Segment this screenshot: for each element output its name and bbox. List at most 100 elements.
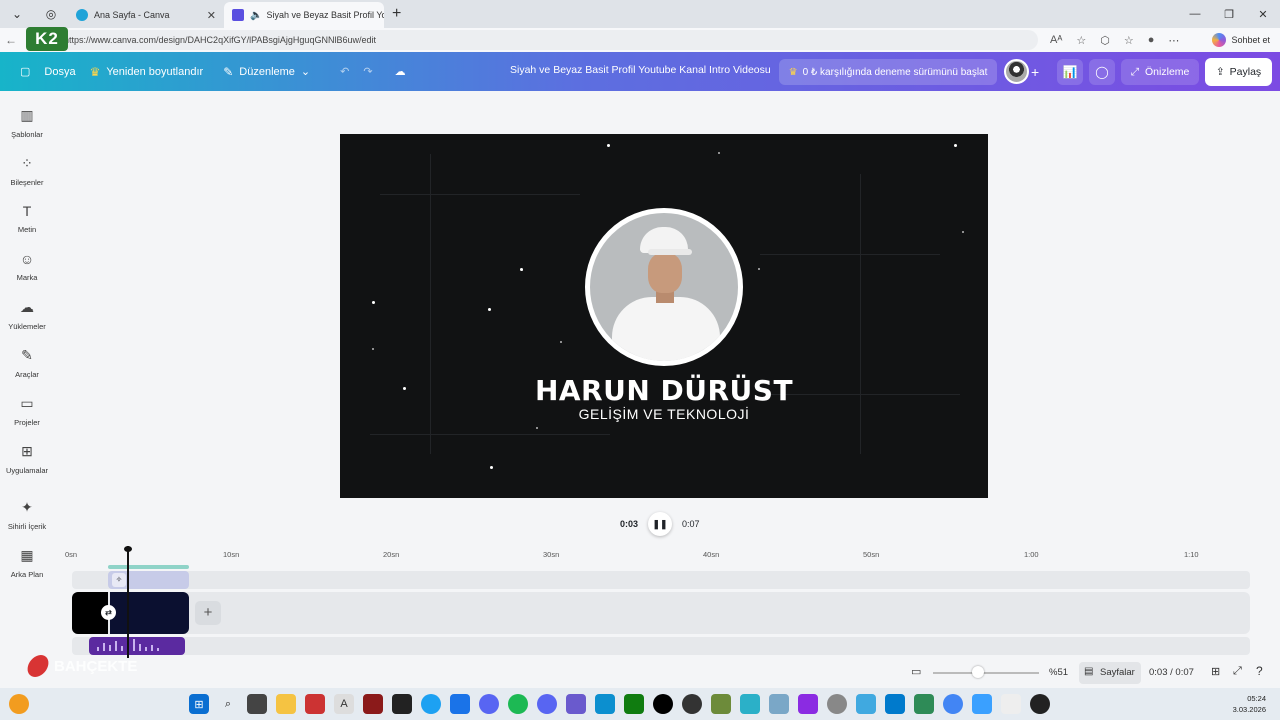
zoom-level[interactable]: %51 bbox=[1049, 667, 1068, 678]
start-icon[interactable]: ⊞ bbox=[189, 694, 209, 714]
app-icon[interactable] bbox=[856, 694, 876, 714]
profile-icon[interactable]: ● bbox=[1148, 34, 1155, 47]
read-aloud-icon[interactable]: Aᴬ bbox=[1050, 34, 1062, 47]
collections-icon[interactable]: ☆ bbox=[1124, 34, 1134, 47]
app-icon[interactable] bbox=[566, 694, 586, 714]
design-canvas[interactable]: HARUN DÜRÜST GELİŞİM VE TEKNOLOJİ bbox=[340, 134, 988, 498]
notes-icon[interactable]: ▭ bbox=[911, 665, 921, 678]
app-icon[interactable] bbox=[450, 694, 470, 714]
add-page-button[interactable]: + bbox=[195, 601, 221, 625]
cloud-saved-icon[interactable]: ☁ bbox=[395, 65, 406, 78]
app-icon[interactable] bbox=[305, 694, 325, 714]
search-icon[interactable]: ⌕ bbox=[218, 694, 238, 714]
app-icon[interactable] bbox=[798, 694, 818, 714]
element-clip[interactable]: ✧ bbox=[108, 565, 189, 589]
zoom-slider[interactable] bbox=[933, 672, 1039, 674]
sidebar-toggle-icon[interactable]: ▢ bbox=[20, 65, 30, 78]
video-track bbox=[72, 592, 1250, 634]
app-icon[interactable] bbox=[421, 694, 441, 714]
discord-icon[interactable] bbox=[479, 694, 499, 714]
close-window-icon[interactable]: ✕ bbox=[1246, 0, 1280, 28]
close-icon[interactable]: ✕ bbox=[207, 9, 216, 22]
design-subtitle-text[interactable]: GELİŞİM VE TEKNOLOJİ bbox=[340, 406, 988, 422]
tab-design[interactable]: 🔈 Siyah ve Beyaz Basit Profil Yout ✕ bbox=[224, 2, 384, 28]
weather-icon[interactable] bbox=[9, 694, 29, 714]
star-dot bbox=[488, 308, 491, 311]
sidebar-item-tools[interactable]: ✎ Araçlar bbox=[0, 347, 54, 379]
design-title[interactable]: Siyah ve Beyaz Basit Profil Youtube Kana… bbox=[510, 64, 771, 76]
share-button[interactable]: ⇪ Paylaş bbox=[1205, 58, 1272, 86]
edge-icon[interactable] bbox=[595, 694, 615, 714]
new-tab-button[interactable]: + bbox=[392, 5, 401, 23]
discord-icon[interactable] bbox=[537, 694, 557, 714]
maximize-icon[interactable]: ❐ bbox=[1212, 0, 1246, 28]
spotify-icon[interactable] bbox=[508, 694, 528, 714]
app-icon[interactable] bbox=[769, 694, 789, 714]
playhead[interactable] bbox=[124, 546, 132, 658]
insights-icon[interactable]: 📊 bbox=[1057, 59, 1083, 85]
tab-title: Ana Sayfa - Canva bbox=[94, 10, 170, 20]
avatar[interactable] bbox=[1004, 59, 1029, 84]
app-icon[interactable] bbox=[1001, 694, 1021, 714]
extensions-icon[interactable]: ⬡ bbox=[1100, 34, 1110, 47]
undo-icon[interactable]: ↶ bbox=[340, 65, 349, 78]
minecraft-icon[interactable] bbox=[711, 694, 731, 714]
pause-button[interactable]: ❚❚ bbox=[648, 512, 673, 536]
sidebar-item-uploads[interactable]: ☁ Yüklemeler bbox=[0, 299, 54, 331]
sidebar-item-text[interactable]: T Metin bbox=[0, 203, 54, 234]
sidebar-item-templates[interactable]: ▥ Şablonlar bbox=[0, 107, 54, 139]
resize-button[interactable]: ♛ Yeniden boyutlandır bbox=[90, 65, 204, 79]
sidebar-item-apps[interactable]: ⊞ Uygulamalar bbox=[0, 443, 54, 475]
settings-icon[interactable] bbox=[827, 694, 847, 714]
sidebar-item-brand[interactable]: ☺ Marka bbox=[0, 251, 54, 282]
zoom-slider-knob[interactable] bbox=[972, 666, 984, 678]
video-clip-2[interactable] bbox=[110, 592, 189, 634]
grid-view-icon[interactable]: ⊞ bbox=[1211, 665, 1220, 678]
help-icon[interactable]: ? bbox=[1256, 664, 1263, 678]
app-icon[interactable] bbox=[363, 694, 383, 714]
vscode-icon[interactable] bbox=[885, 694, 905, 714]
background-icon: ▦ bbox=[20, 547, 34, 563]
xbox-icon[interactable] bbox=[624, 694, 644, 714]
favorite-star-icon[interactable]: ☆ bbox=[1076, 34, 1086, 47]
app-icon[interactable] bbox=[740, 694, 760, 714]
minimize-icon[interactable]: — bbox=[1178, 0, 1212, 28]
chatgpt-icon[interactable] bbox=[653, 694, 673, 714]
app-icon[interactable]: A bbox=[334, 694, 354, 714]
app-icon[interactable] bbox=[914, 694, 934, 714]
chrome-icon[interactable] bbox=[943, 694, 963, 714]
sidebar-item-magic[interactable]: ✦ Sihirli İçerik bbox=[0, 499, 54, 531]
app-icon[interactable] bbox=[972, 694, 992, 714]
comment-icon[interactable]: ◯ bbox=[1089, 59, 1115, 85]
sidebar-item-elements[interactable]: ⁘ Bileşenler bbox=[0, 155, 54, 187]
add-collaborator-icon[interactable]: + bbox=[1031, 64, 1039, 80]
preview-button[interactable]: ⤢ Önizleme bbox=[1121, 59, 1199, 85]
edit-menu[interactable]: ✎ Düzenleme ⌄ bbox=[223, 65, 310, 79]
app-icon[interactable] bbox=[1030, 694, 1050, 714]
system-tray[interactable]: 05:24 3.03.2026 bbox=[1233, 693, 1266, 715]
globe-icon[interactable]: ◎ bbox=[40, 3, 62, 25]
terminal-icon[interactable] bbox=[392, 694, 412, 714]
tab-list-chevron-icon[interactable]: ⌄ bbox=[6, 3, 28, 25]
back-icon[interactable]: ← bbox=[0, 33, 22, 47]
file-explorer-icon[interactable] bbox=[276, 694, 296, 714]
speaker-icon[interactable]: 🔈 bbox=[250, 10, 262, 21]
sidebar-item-projects[interactable]: ▭ Projeler bbox=[0, 395, 54, 427]
app-icon[interactable] bbox=[682, 694, 702, 714]
redo-icon[interactable]: ↷ bbox=[363, 65, 372, 78]
trial-button[interactable]: ♛ 0 ₺ karşılığında deneme sürümünü başlat bbox=[779, 59, 997, 85]
task-view-icon[interactable] bbox=[247, 694, 267, 714]
tab-canva-home[interactable]: Ana Sayfa - Canva ✕ bbox=[68, 2, 224, 28]
profile-photo[interactable] bbox=[585, 208, 743, 366]
design-name-text[interactable]: HARUN DÜRÜST bbox=[340, 374, 988, 407]
star-dot bbox=[718, 152, 720, 154]
share-label: Paylaş bbox=[1229, 66, 1262, 78]
timeline-ruler[interactable]: 0sn 10sn 20sn 30sn 40sn 50sn 1:00 1:10 bbox=[60, 546, 1260, 564]
sidebar-item-background[interactable]: ▦ Arka Plan bbox=[0, 547, 54, 579]
fullscreen-icon[interactable]: ⤢ bbox=[1233, 665, 1242, 678]
more-icon[interactable]: ⋯ bbox=[1168, 34, 1179, 47]
url-field[interactable]: K2 https://www.canva.com/design/DAHC2qXi… bbox=[26, 27, 1038, 51]
file-menu[interactable]: Dosya bbox=[44, 66, 75, 78]
transition-icon[interactable]: ⇄ bbox=[101, 605, 116, 620]
chat-button[interactable]: Sohbet et bbox=[1212, 33, 1270, 47]
